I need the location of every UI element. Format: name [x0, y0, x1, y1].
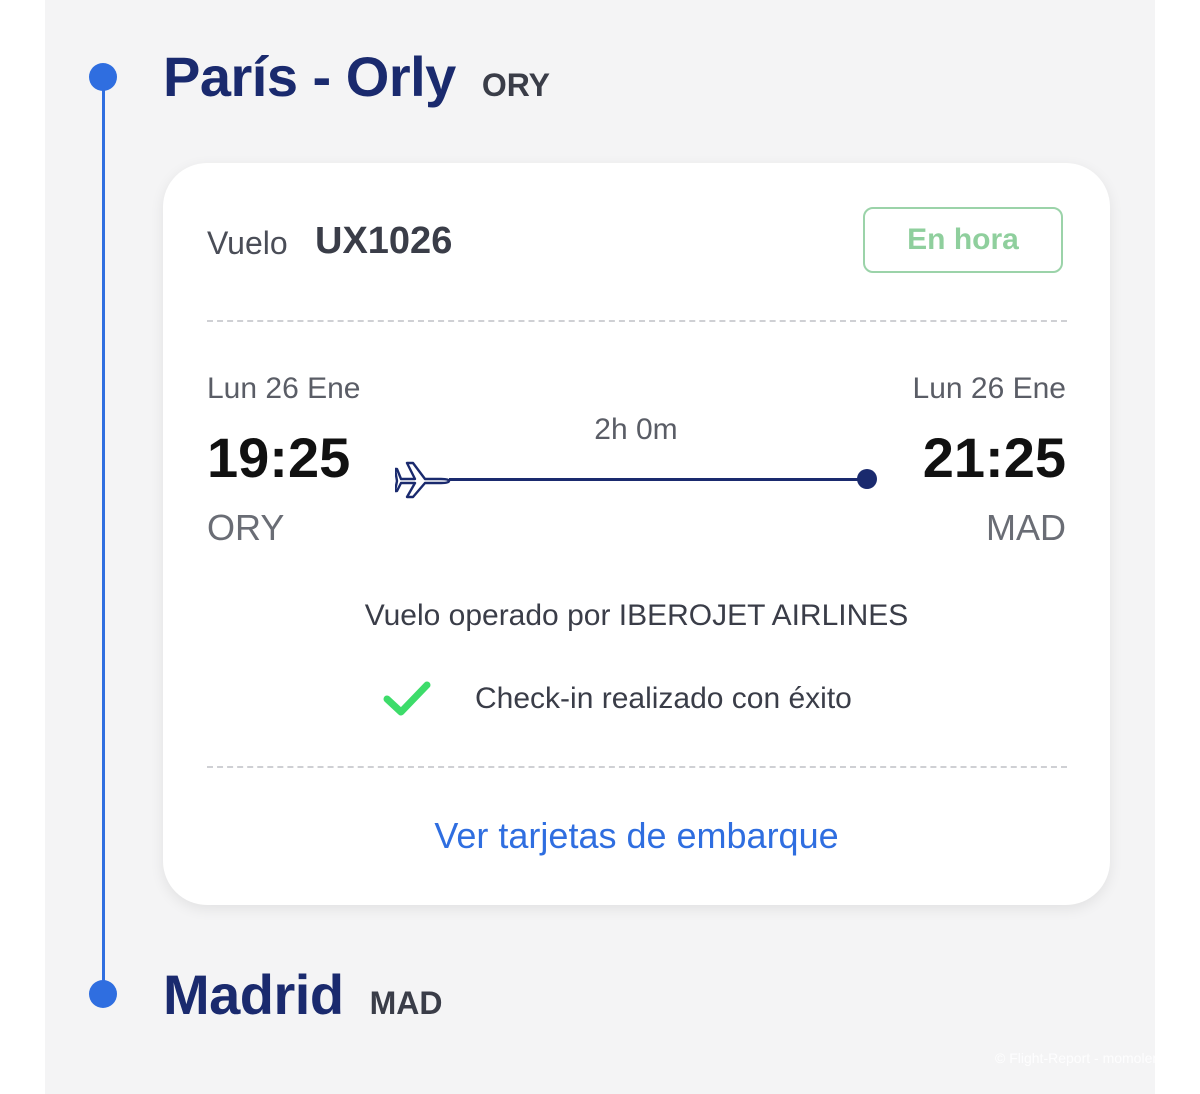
- watermark: © Flight-Report - momolemom: [995, 1050, 1184, 1066]
- destination-code: MAD: [369, 985, 443, 1021]
- departure-time: 19:25: [207, 426, 351, 489]
- arrival-date: Lun 26 Ene: [912, 372, 1066, 405]
- destination-name: Madrid: [163, 963, 344, 1026]
- departure-code: ORY: [207, 507, 285, 548]
- checkin-status: Check-in realizado con éxito: [383, 679, 852, 719]
- airplane-icon: [395, 461, 451, 499]
- checkmark-icon: [383, 681, 431, 716]
- route-line: [449, 478, 867, 481]
- origin-code: ORY: [481, 67, 550, 103]
- operated-by: Vuelo operado por IBEROJET AIRLINES: [364, 599, 909, 632]
- departure-date: Lun 26 Ene: [207, 372, 361, 405]
- itinerary-screen: París - Orly ORY Vuelo UX1026 En hora Lu…: [45, 0, 1183, 1094]
- destination-station: Madrid MAD: [163, 962, 442, 1027]
- checkin-text: Check-in realizado con éxito: [475, 682, 852, 715]
- divider: [207, 766, 1067, 768]
- status-badge: En hora: [863, 207, 1063, 273]
- flight-label: Vuelo: [207, 225, 288, 261]
- divider: [207, 320, 1067, 322]
- flight-duration: 2h 0m: [594, 413, 678, 446]
- route-end-dot: [857, 469, 877, 489]
- origin-name: París - Orly: [163, 45, 456, 108]
- boarding-passes-link[interactable]: Ver tarjetas de embarque: [163, 815, 1110, 857]
- arrival-code: MAD: [986, 507, 1066, 548]
- arrival-time: 21:25: [922, 426, 1066, 489]
- flight-number: UX1026: [315, 220, 453, 262]
- origin-station: París - Orly ORY: [163, 44, 550, 109]
- timeline-dot-destination: [89, 980, 117, 1008]
- timeline-line: [102, 76, 105, 994]
- timeline-dot-origin: [89, 63, 117, 91]
- flight-card: Vuelo UX1026 En hora Lun 26 Ene Lun 26 E…: [163, 163, 1110, 905]
